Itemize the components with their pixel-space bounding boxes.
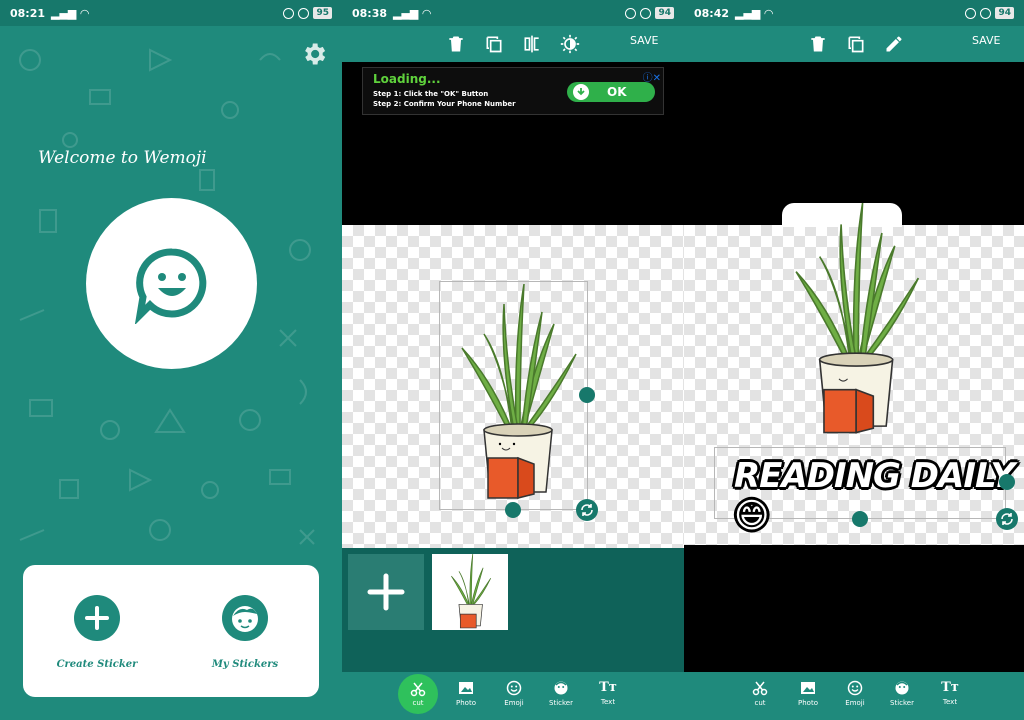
emoji-icon [506, 680, 522, 696]
status-bar: 08:42 ▂▄▆ ◠ 94 [684, 0, 1024, 26]
create-sticker-label: Create Sticker [56, 659, 138, 670]
rotate-handle-icon[interactable] [576, 499, 598, 521]
action-card: Create Sticker My Stickers [23, 565, 319, 697]
tool-photo-label: Photo [456, 699, 476, 707]
scissors-icon [752, 681, 768, 696]
text-icon: Tт [599, 680, 617, 695]
welcome-title: Welcome to Wemoji [38, 148, 207, 168]
tool-cut-label: cut [412, 699, 424, 707]
tool-photo[interactable]: Photo [446, 680, 486, 707]
status-time: 08:21 [10, 6, 46, 20]
tool-text-label: Text [942, 698, 958, 706]
rotate-handle-icon[interactable] [996, 508, 1018, 530]
sticker-text[interactable]: READING DAILY😄 [734, 456, 1024, 536]
scissors-icon [410, 682, 426, 697]
tool-sticker-label: Sticker [549, 699, 573, 707]
tool-photo-label: Photo [798, 699, 818, 707]
resize-handle-bottom[interactable] [852, 511, 868, 527]
plant-sticker[interactable] [454, 284, 578, 504]
flip-icon[interactable] [522, 34, 542, 54]
tool-text-label: Text [600, 698, 616, 706]
battery-level: 94 [655, 7, 674, 19]
home-screen: 08:21 ▂▄▆ ◠ 95 Welcome to Wemoji Create … [0, 0, 342, 720]
photo-icon [459, 682, 473, 694]
save-button[interactable]: SAVE [630, 34, 658, 47]
data-saver-icon [283, 7, 295, 19]
resize-handle-right[interactable] [999, 474, 1015, 490]
editor-screen-text: 08:42 ▂▄▆ ◠ 94 SAVE READING DAILY😄 cut P… [684, 0, 1024, 720]
resize-handle-right[interactable] [579, 387, 595, 403]
emoji-icon [847, 680, 863, 696]
tool-bar: cut Photo Emoji Sticker Tт Text [342, 672, 684, 720]
lock-icon [980, 7, 992, 19]
text-icon: Tт [941, 680, 959, 695]
tool-bar: cut Photo Emoji Sticker Tт Text [684, 672, 1024, 720]
tool-cut[interactable]: cut [398, 674, 438, 714]
tool-sticker-label: Sticker [890, 699, 914, 707]
sticker-icon [554, 681, 568, 695]
resize-handle-bottom[interactable] [505, 502, 521, 518]
edit-pencil-icon[interactable] [884, 34, 904, 54]
tool-emoji[interactable]: Emoji [494, 680, 534, 707]
ad-step2: Step 2: Confirm Your Phone Number [373, 100, 516, 108]
save-button[interactable]: SAVE [972, 34, 1000, 47]
plus-icon [74, 595, 120, 641]
app-logo [86, 198, 257, 369]
battery-level: 94 [995, 7, 1014, 19]
editor-screen-cut: 08:38 ▂▄▆ ◠ 94 SAVE Loading... Step 1: C… [342, 0, 684, 720]
tool-emoji[interactable]: Emoji [835, 680, 875, 707]
signal-wifi-icons: ▂▄▆ ◠ [51, 6, 90, 20]
signal-wifi-icons: ▂▄▆ ◠ [393, 6, 432, 20]
my-stickers-button[interactable]: My Stickers [185, 595, 305, 670]
sticker-tray [342, 548, 684, 672]
status-time: 08:42 [694, 6, 730, 20]
ad-step1: Step 1: Click the "OK" Button [373, 90, 489, 98]
status-time: 08:38 [352, 6, 388, 20]
tool-emoji-label: Emoji [504, 699, 524, 707]
photo-icon [801, 682, 815, 694]
tool-photo[interactable]: Photo [788, 680, 828, 707]
editor-toolbar: SAVE [684, 26, 1024, 62]
settings-gear-icon[interactable] [300, 40, 328, 68]
sticker-thumbnail[interactable] [432, 553, 508, 630]
ad-ok-button[interactable]: OK [567, 82, 655, 102]
editor-toolbar: SAVE [342, 26, 684, 62]
duplicate-icon[interactable] [484, 34, 504, 54]
duplicate-icon[interactable] [846, 34, 866, 54]
tool-text[interactable]: Tт Text [588, 680, 628, 706]
my-stickers-label: My Stickers [211, 659, 279, 670]
ad-close-icon[interactable]: ⓘ✕ [643, 69, 661, 84]
ad-title: Loading... [373, 72, 441, 86]
status-bar: 08:38 ▂▄▆ ◠ 94 [342, 0, 684, 26]
data-saver-icon [965, 7, 977, 19]
battery-level: 95 [313, 7, 332, 19]
create-sticker-button[interactable]: Create Sticker [37, 595, 157, 670]
delete-icon[interactable] [446, 34, 466, 54]
ad-banner[interactable]: Loading... Step 1: Click the "OK" Button… [362, 67, 664, 115]
smiley-chat-icon [134, 247, 206, 324]
signal-wifi-icons: ▂▄▆ ◠ [735, 6, 774, 20]
tool-emoji-label: Emoji [845, 699, 865, 707]
sticker-icon [895, 681, 909, 695]
tool-sticker[interactable]: Sticker [882, 680, 922, 707]
plus-icon [367, 573, 405, 611]
lock-icon [298, 7, 310, 19]
tool-cut[interactable]: cut [740, 680, 780, 707]
tool-text[interactable]: Tт Text [930, 680, 970, 706]
tool-sticker[interactable]: Sticker [541, 680, 581, 707]
lock-icon [640, 7, 652, 19]
plant-sticker[interactable] [784, 203, 924, 439]
delete-icon[interactable] [808, 34, 828, 54]
ad-ok-label: OK [607, 85, 627, 99]
brightness-icon[interactable] [560, 34, 580, 54]
download-icon [573, 84, 589, 100]
tool-cut-label: cut [754, 699, 766, 707]
add-image-button[interactable] [348, 554, 424, 630]
face-icon [222, 595, 268, 641]
data-saver-icon [625, 7, 637, 19]
status-bar: 08:21 ▂▄▆ ◠ 95 [0, 0, 342, 26]
